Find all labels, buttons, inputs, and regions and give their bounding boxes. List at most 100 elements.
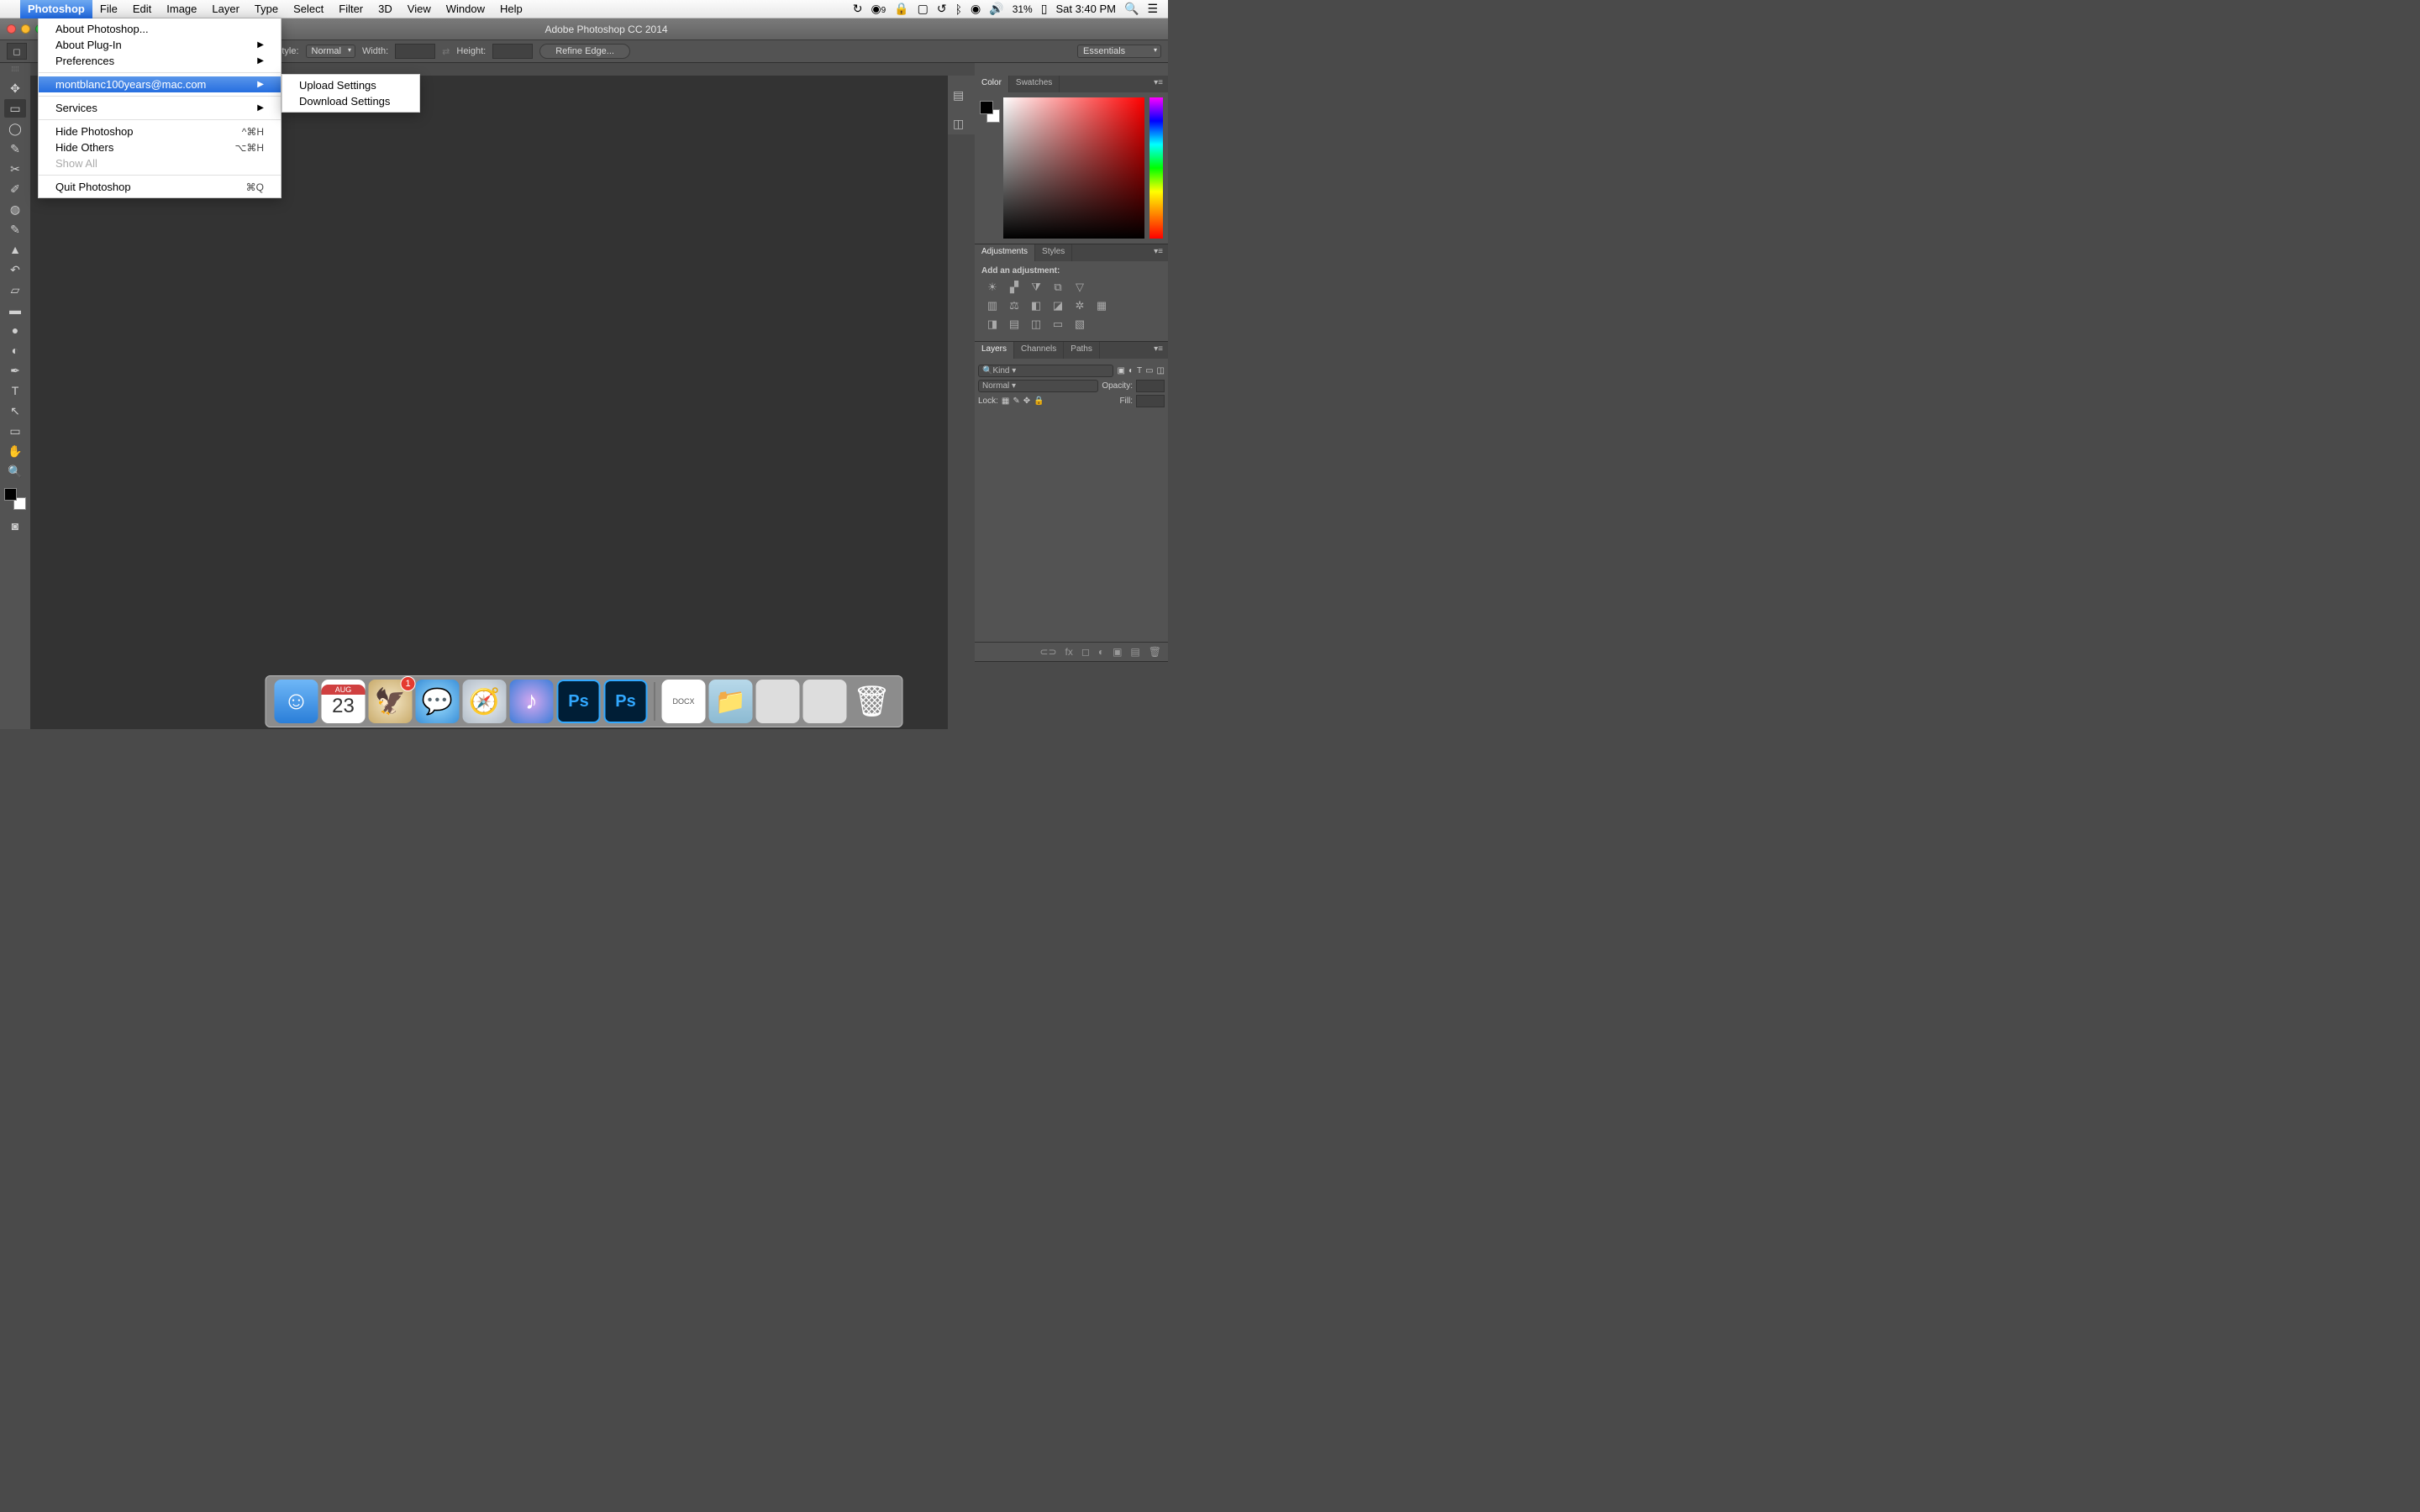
- filter-type-icon[interactable]: T: [1137, 366, 1142, 375]
- color-swatch-pair[interactable]: [980, 97, 998, 239]
- healing-tool[interactable]: ◍: [4, 200, 26, 218]
- battery-percent[interactable]: 31%: [1013, 3, 1033, 15]
- photo-filter-icon[interactable]: ◪: [1050, 299, 1065, 312]
- dock-messages[interactable]: 💬: [416, 680, 460, 723]
- dock-photoshop-1[interactable]: Ps: [557, 680, 601, 723]
- lasso-tool[interactable]: ◯: [4, 119, 26, 138]
- menu-file[interactable]: File: [92, 0, 125, 18]
- panel-menu-icon[interactable]: ▾≡: [1149, 342, 1168, 359]
- filter-pixel-icon[interactable]: ▣: [1117, 366, 1124, 375]
- color-tab[interactable]: Color: [975, 76, 1009, 92]
- dodge-tool[interactable]: ◐: [4, 341, 26, 360]
- sync-icon[interactable]: ↻: [853, 2, 863, 16]
- menu-about-photoshop[interactable]: About Photoshop...: [39, 21, 281, 37]
- battery-icon[interactable]: ▯: [1041, 2, 1048, 16]
- dock-photoshop-2[interactable]: Ps: [604, 680, 648, 723]
- menu-help[interactable]: Help: [492, 0, 530, 18]
- dock-trash[interactable]: 🗑: [850, 680, 894, 723]
- workspace-select[interactable]: Essentials▾: [1077, 45, 1161, 58]
- volume-icon[interactable]: 🔊: [989, 2, 1003, 16]
- timemachine-icon[interactable]: ↺: [937, 2, 947, 16]
- history-brush-tool[interactable]: ↶: [4, 260, 26, 279]
- blend-mode-select[interactable]: Normal ▾: [978, 380, 1098, 392]
- panel-menu-icon[interactable]: ▾≡: [1149, 244, 1168, 261]
- dock-downloads-folder[interactable]: 📁: [709, 680, 753, 723]
- dock-itunes[interactable]: ♪: [510, 680, 554, 723]
- dock-thumbnail-1[interactable]: [756, 680, 800, 723]
- marquee-tool[interactable]: ▭: [4, 99, 26, 118]
- menu-view[interactable]: View: [400, 0, 439, 18]
- menu-hide-others[interactable]: Hide Others⌥⌘H: [39, 139, 281, 155]
- dock-finder[interactable]: ☺: [275, 680, 318, 723]
- hue-slider[interactable]: [1150, 97, 1163, 239]
- levels-icon[interactable]: ▞: [1007, 281, 1022, 294]
- gradient-tool[interactable]: ▬: [4, 301, 26, 319]
- brush-tool[interactable]: ✎: [4, 220, 26, 239]
- delete-layer-icon[interactable]: 🗑: [1149, 646, 1161, 658]
- dock-thumbnail-2[interactable]: [803, 680, 847, 723]
- paths-tab[interactable]: Paths: [1064, 342, 1100, 359]
- filter-smart-icon[interactable]: ◫: [1157, 366, 1165, 375]
- minimize-window-button[interactable]: [21, 24, 30, 34]
- menu-image[interactable]: Image: [159, 0, 204, 18]
- fill-input[interactable]: [1136, 395, 1165, 407]
- group-icon[interactable]: ▣: [1113, 646, 1122, 658]
- selective-color-icon[interactable]: ▧: [1072, 318, 1087, 331]
- lock-pixels-icon[interactable]: ✎: [1013, 396, 1019, 406]
- adjustment-layer-icon[interactable]: ◐: [1098, 646, 1104, 658]
- lock-position-icon[interactable]: ✥: [1023, 396, 1030, 406]
- menu-quit-photoshop[interactable]: Quit Photoshop⌘Q: [39, 179, 281, 195]
- menu-services[interactable]: Services▶: [39, 100, 281, 116]
- lock-all-icon[interactable]: 🔒: [1034, 396, 1044, 406]
- gradient-map-icon[interactable]: ▭: [1050, 318, 1065, 331]
- menu-photoshop[interactable]: Photoshop: [20, 0, 92, 18]
- color-swatches[interactable]: [4, 488, 26, 510]
- menu-select[interactable]: Select: [286, 0, 331, 18]
- filter-shape-icon[interactable]: ▭: [1145, 366, 1153, 375]
- dock-mail[interactable]: 🦅1: [369, 680, 413, 723]
- submenu-upload-settings[interactable]: Upload Settings: [282, 77, 419, 93]
- lut-icon[interactable]: ▦: [1094, 299, 1109, 312]
- stamp-tool[interactable]: ▲: [4, 240, 26, 259]
- hand-tool[interactable]: ✋: [4, 442, 26, 460]
- move-tool[interactable]: ✥: [4, 79, 26, 97]
- curves-icon[interactable]: ⧩: [1028, 281, 1044, 294]
- clock[interactable]: Sat 3:40 PM: [1055, 3, 1116, 15]
- menu-edit[interactable]: Edit: [125, 0, 159, 18]
- filter-kind-select[interactable]: 🔍Kind ▾: [978, 365, 1113, 377]
- style-select[interactable]: Normal ▾: [306, 45, 355, 58]
- fx-icon[interactable]: fx: [1065, 646, 1073, 658]
- menu-window[interactable]: Window: [439, 0, 492, 18]
- bw-icon[interactable]: ◧: [1028, 299, 1044, 312]
- filter-adjust-icon[interactable]: ◐: [1128, 366, 1134, 375]
- menu-type[interactable]: Type: [247, 0, 286, 18]
- balance-icon[interactable]: ⚖: [1007, 299, 1022, 312]
- eraser-tool[interactable]: ▱: [4, 281, 26, 299]
- notification-center-icon[interactable]: ☰: [1147, 2, 1158, 16]
- menu-preferences[interactable]: Preferences▶: [39, 53, 281, 69]
- lock-trans-icon[interactable]: ▦: [1002, 396, 1009, 406]
- channel-mixer-icon[interactable]: ✲: [1072, 299, 1087, 312]
- height-input[interactable]: [492, 44, 533, 59]
- close-window-button[interactable]: [7, 24, 16, 34]
- tool-preset-icon[interactable]: ◻: [7, 43, 27, 60]
- new-layer-icon[interactable]: ▤: [1130, 646, 1139, 658]
- panel-menu-icon[interactable]: ▾≡: [1149, 76, 1168, 92]
- quickmask-tool[interactable]: ◙: [4, 517, 26, 535]
- pen-tool[interactable]: ✒: [4, 361, 26, 380]
- spotlight-icon[interactable]: 🔍: [1124, 2, 1139, 16]
- foreground-color-swatch[interactable]: [4, 488, 17, 501]
- menu-filter[interactable]: Filter: [331, 0, 371, 18]
- bluetooth-icon[interactable]: ᛒ: [955, 3, 962, 16]
- color-field[interactable]: [1003, 97, 1144, 239]
- shape-tool[interactable]: ▭: [4, 422, 26, 440]
- type-tool[interactable]: T: [4, 381, 26, 400]
- creative-cloud-icon[interactable]: ◉9: [871, 2, 886, 16]
- lock-icon[interactable]: 🔒: [894, 2, 908, 16]
- swatches-tab[interactable]: Swatches: [1009, 76, 1060, 92]
- submenu-download-settings[interactable]: Download Settings: [282, 93, 419, 109]
- menu-about-plugin[interactable]: About Plug-In▶: [39, 37, 281, 53]
- properties-panel-icon[interactable]: ◫: [953, 117, 970, 132]
- opacity-input[interactable]: [1136, 380, 1165, 392]
- adjustments-tab[interactable]: Adjustments: [975, 244, 1035, 261]
